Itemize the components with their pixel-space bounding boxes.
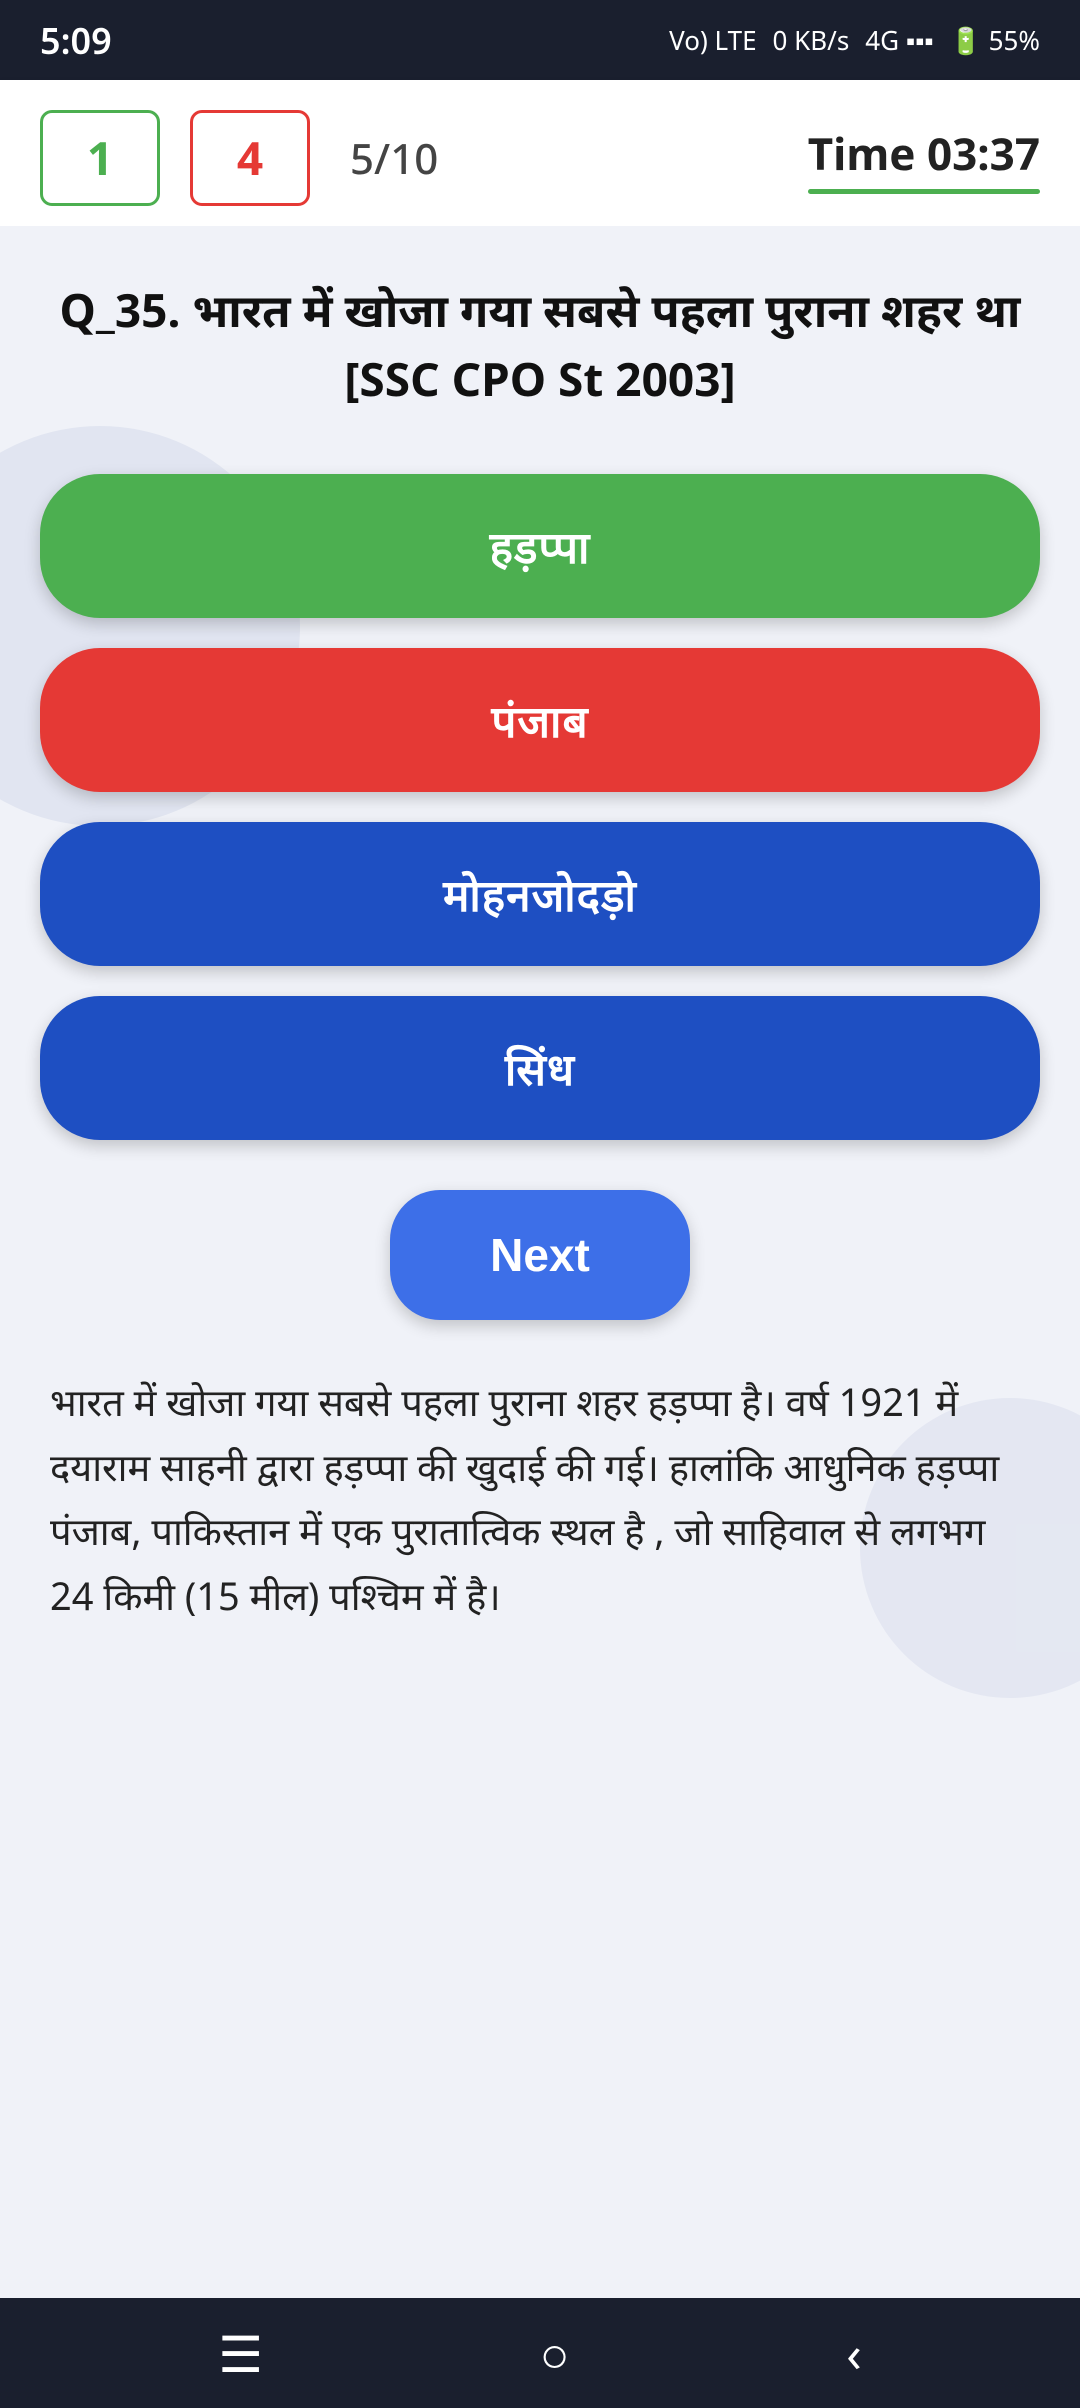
timer-container: Time 03:37 bbox=[808, 123, 1040, 194]
explanation-text: भारत में खोजा गया सबसे पहला पुराना शहर ह… bbox=[40, 1370, 1040, 1628]
progress-text: 5/10 bbox=[350, 130, 438, 187]
option-button-harappa[interactable]: हड़प्पा bbox=[40, 474, 1040, 618]
status-bar: 5:09 Vo) LTE 0 KB/s 4G ▪▪▪ 🔋 55% bbox=[0, 0, 1080, 80]
option-button-sindh[interactable]: सिंध bbox=[40, 996, 1040, 1140]
signal-icon: Vo) LTE bbox=[669, 22, 756, 58]
bottom-nav: ☰ ○ ‹ bbox=[0, 2298, 1080, 2408]
options-container: हड़प्पा पंजाब मोहनजोदड़ो सिंध bbox=[40, 474, 1040, 1140]
header: 1 4 5/10 Time 03:37 bbox=[0, 80, 1080, 226]
data-speed: 0 KB/s bbox=[773, 22, 850, 58]
wrong-score-box: 4 bbox=[190, 110, 310, 206]
home-icon[interactable]: ○ bbox=[540, 2319, 570, 2387]
option-button-punjab[interactable]: पंजाब bbox=[40, 648, 1040, 792]
status-icons: Vo) LTE 0 KB/s 4G ▪▪▪ 🔋 55% bbox=[669, 22, 1040, 58]
next-button[interactable]: Next bbox=[390, 1190, 690, 1320]
battery-icon: 🔋 55% bbox=[950, 22, 1040, 58]
timer-label: Time 03:37 bbox=[808, 123, 1040, 183]
network-icon: 4G ▪▪▪ bbox=[865, 22, 933, 58]
timer-underline bbox=[808, 189, 1040, 194]
correct-score-box: 1 bbox=[40, 110, 160, 206]
menu-icon[interactable]: ☰ bbox=[218, 2319, 263, 2387]
question-text: Q_35. भारत में खोजा गया सबसे पहला पुराना… bbox=[60, 276, 1021, 414]
status-time: 5:09 bbox=[40, 16, 112, 65]
back-icon[interactable]: ‹ bbox=[846, 2319, 862, 2387]
main-content: Q_35. भारत में खोजा गया सबसे पहला पुराना… bbox=[0, 226, 1080, 2298]
option-button-mohenjodaro[interactable]: मोहनजोदड़ो bbox=[40, 822, 1040, 966]
